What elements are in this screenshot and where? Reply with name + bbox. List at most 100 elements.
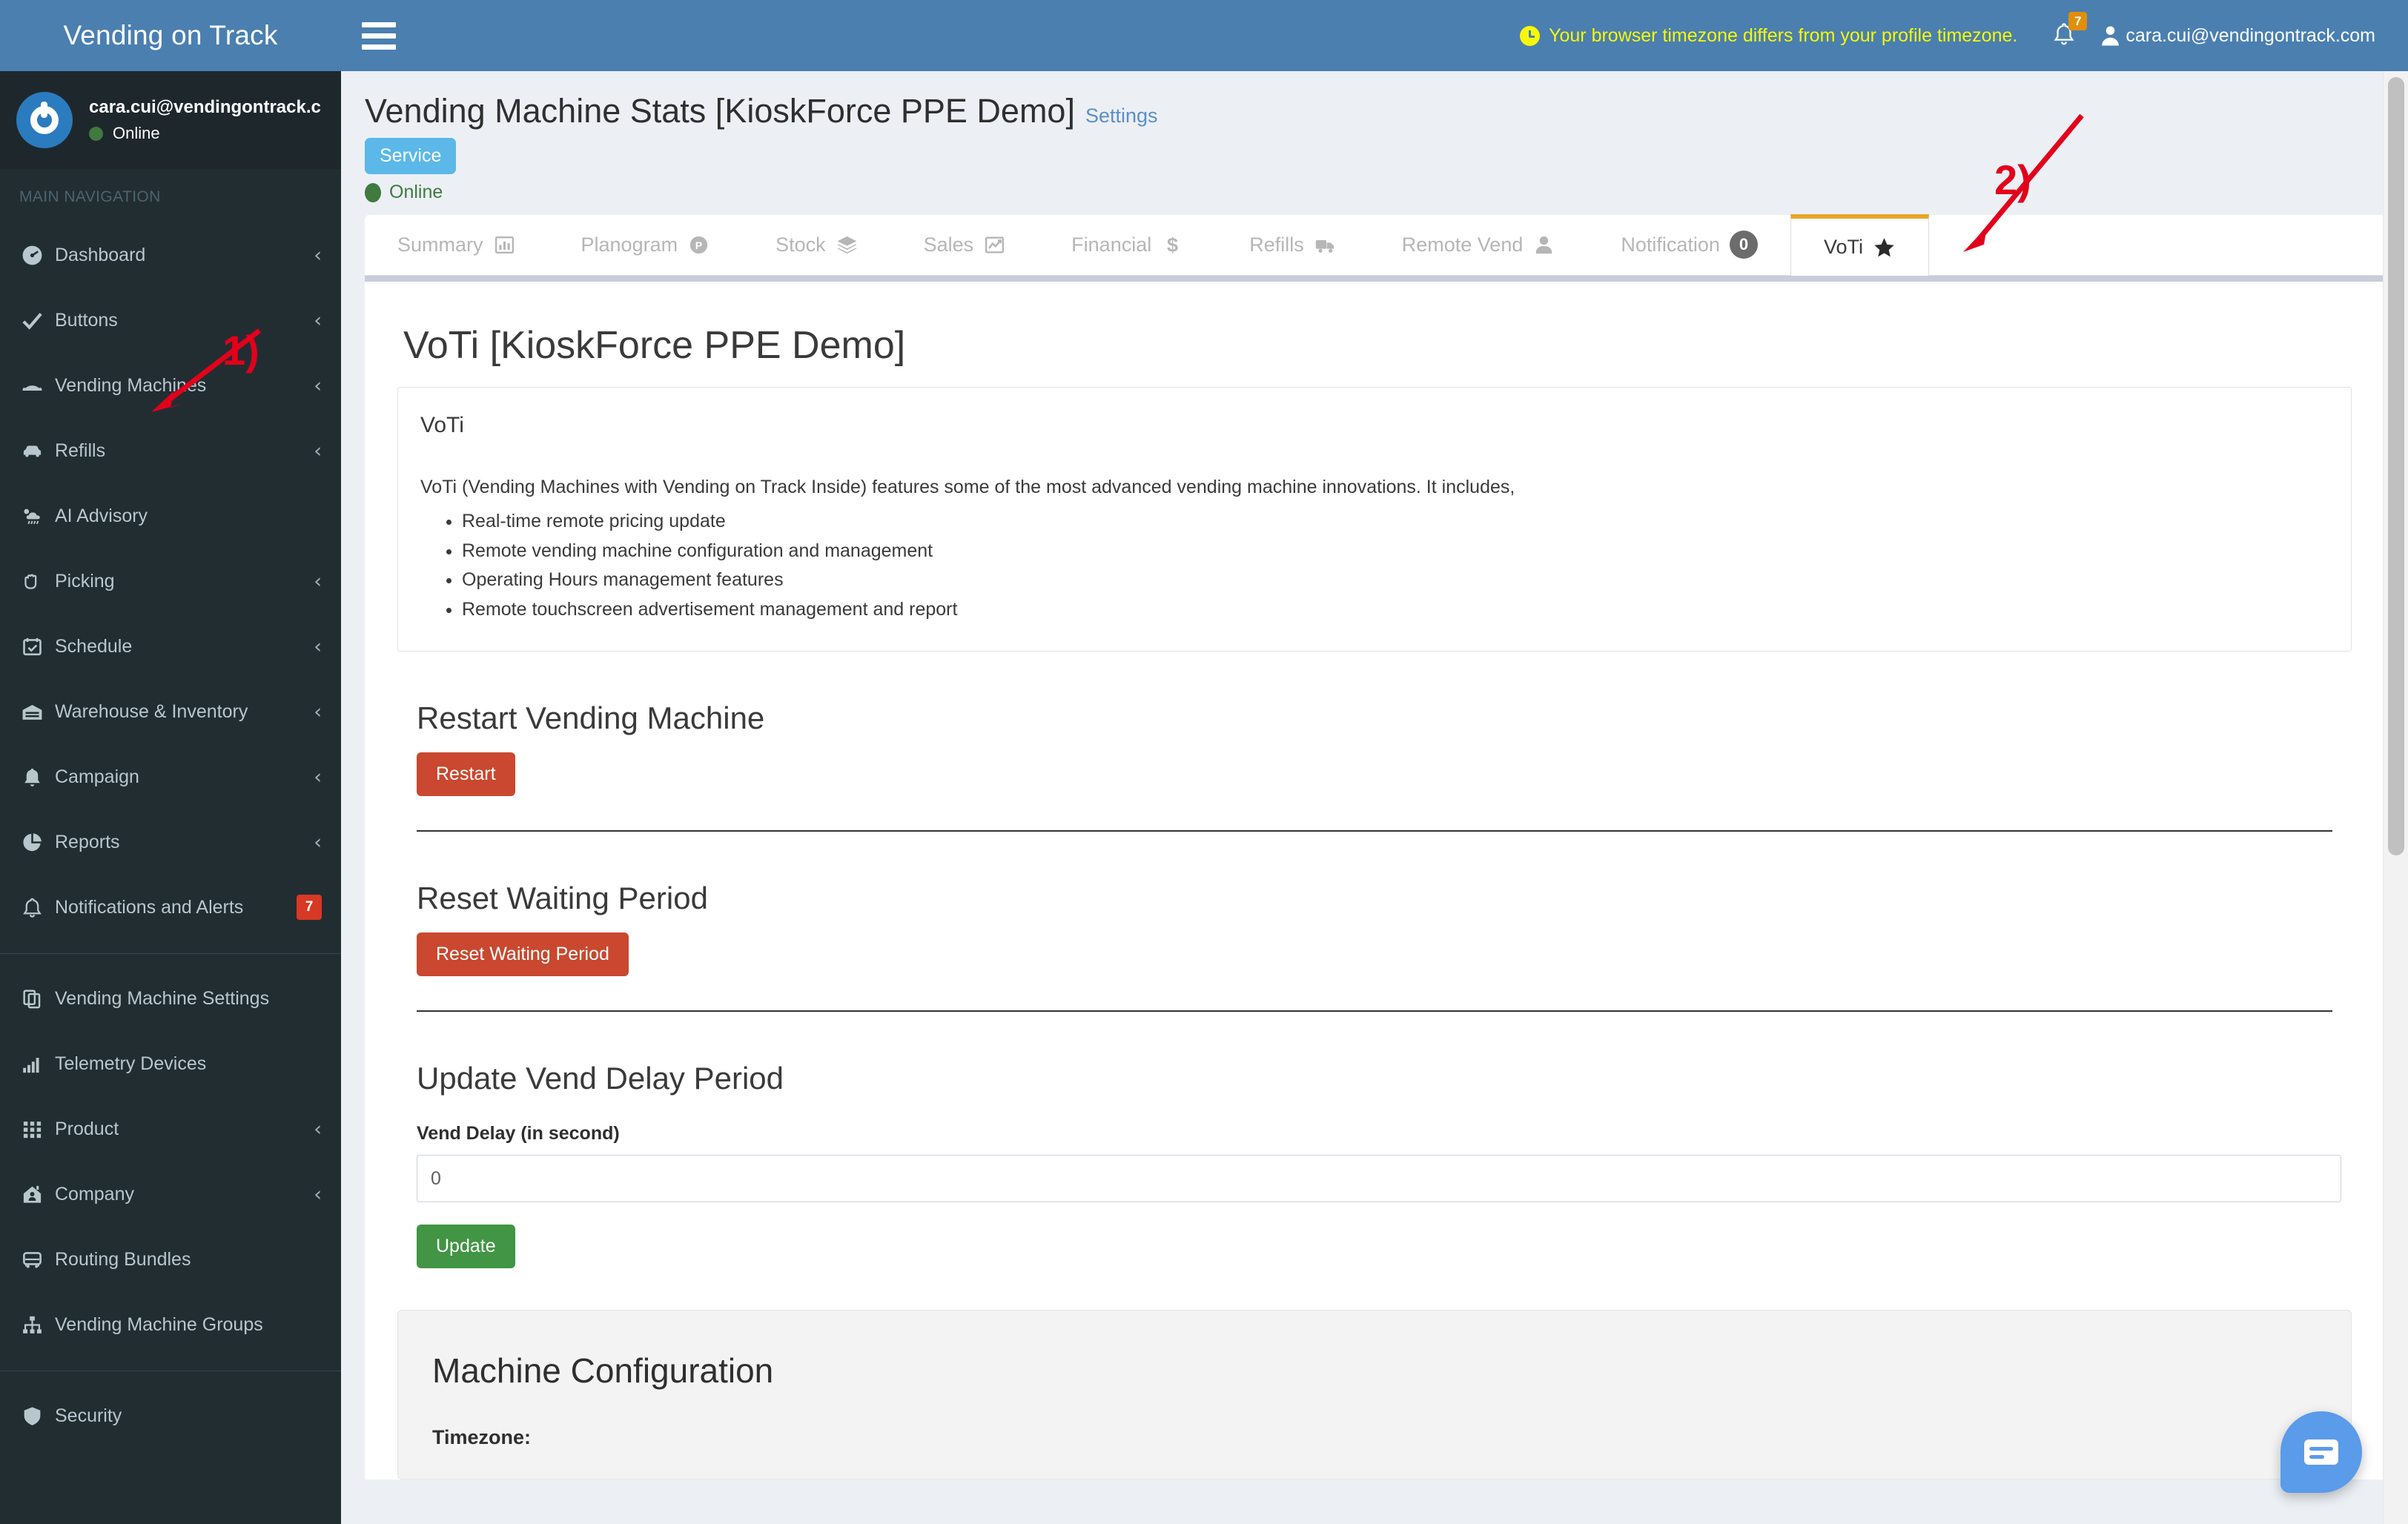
- content-area: Vending Machine Stats [KioskForce PPE De…: [341, 71, 2408, 1524]
- reset-waiting-section: Reset Waiting Period Reset Waiting Perio…: [397, 881, 2352, 1012]
- tab-label: Sales: [923, 233, 974, 256]
- sidebar-item-badge: 7: [297, 895, 322, 920]
- service-badge[interactable]: Service: [365, 138, 457, 174]
- sidebar-item-security[interactable]: Security: [0, 1383, 341, 1448]
- sidebar-item-warehouse-inventory[interactable]: Warehouse & Inventory ‹: [0, 679, 341, 744]
- copy-icon: [23, 989, 41, 1008]
- restart-section-title: Restart Vending Machine: [417, 700, 765, 735]
- bell-outline-icon: [21, 896, 55, 919]
- sidebar-item-notifications-and-alerts[interactable]: Notifications and Alerts 7: [0, 875, 341, 940]
- app-root: Vending on Track Your browser timezone d…: [0, 0, 2408, 1524]
- car-icon: [23, 445, 42, 457]
- voti-heading: VoTi [KioskForce PPE Demo]: [403, 324, 906, 367]
- sidebar-item-label: Telemetry Devices: [55, 1053, 207, 1074]
- clock-icon: [1520, 25, 1541, 46]
- car-icon: [21, 440, 55, 463]
- section-divider: [417, 1010, 2332, 1012]
- sidebar-nav-list-tertiary: Security: [0, 1383, 341, 1448]
- tab-notification[interactable]: Notification 0: [1588, 214, 1790, 275]
- check-icon: [21, 309, 55, 332]
- svg-text:$: $: [1167, 233, 1178, 256]
- truck-icon: [1314, 233, 1337, 256]
- page-scrollbar[interactable]: [2383, 71, 2408, 1524]
- sidebar-item-label: AI Advisory: [55, 505, 148, 526]
- voti-feature-item: Real-time remote pricing update: [462, 507, 2329, 537]
- sidebar-item-product[interactable]: Product ‹: [0, 1096, 341, 1162]
- sidebar-item-campaign[interactable]: Campaign ‹: [0, 744, 341, 809]
- sidebar-item-vending-machine-groups[interactable]: Vending Machine Groups: [0, 1292, 341, 1357]
- line-chart-icon: [985, 236, 1005, 253]
- layers-icon: [837, 236, 857, 254]
- line-chart-icon: [983, 233, 1006, 256]
- vend-delay-input[interactable]: [417, 1155, 2341, 1202]
- sidebar-item-vending-machines[interactable]: Vending Machines ‹: [0, 353, 341, 418]
- machine-online-label: Online: [389, 182, 443, 202]
- sidebar-item-reports[interactable]: Reports ‹: [0, 809, 341, 875]
- tab-refills[interactable]: Refills: [1217, 214, 1369, 275]
- tab-label: Summary: [397, 233, 483, 256]
- sidebar-item-picking[interactable]: Picking ‹: [0, 549, 341, 614]
- sidebar-item-label: Warehouse & Inventory: [55, 700, 248, 722]
- sidebar-item-company[interactable]: Company ‹: [0, 1162, 341, 1227]
- sidebar-item-ai-advisory[interactable]: AI Advisory: [0, 483, 341, 549]
- user-icon: [1532, 233, 1555, 256]
- layers-icon: [836, 233, 859, 256]
- tab-planogram[interactable]: Planogram P: [549, 214, 744, 275]
- tab-label: Financial: [1071, 233, 1152, 256]
- chevron-left-icon: ‹: [314, 635, 322, 658]
- notification-bell-button[interactable]: 7: [2034, 0, 2096, 71]
- chat-widget-button[interactable]: [2280, 1411, 2362, 1493]
- tab-sales[interactable]: Sales: [891, 214, 1039, 275]
- svg-text:P: P: [695, 240, 702, 252]
- sidebar-item-dashboard[interactable]: Dashboard ‹: [0, 222, 341, 288]
- warehouse-icon: [22, 704, 42, 720]
- sidebar-item-label: Company: [55, 1183, 134, 1205]
- voti-box-title: VoTi: [420, 413, 464, 437]
- sidebar-item-telemetry-devices[interactable]: Telemetry Devices: [0, 1031, 341, 1096]
- sidebar-item-label: Schedule: [55, 635, 133, 657]
- tab-voti[interactable]: VoTi: [1790, 214, 1929, 276]
- sidebar-item-buttons[interactable]: Buttons ‹: [0, 288, 341, 353]
- tab-summary[interactable]: Summary: [365, 214, 549, 275]
- sidebar-nav-list-secondary: Vending Machine Settings Telemetry Device…: [0, 966, 341, 1357]
- chevron-left-icon: ‹: [314, 1117, 322, 1141]
- sidebar-nav-header: MAIN NAVIGATION: [19, 188, 161, 205]
- chevron-left-icon: ‹: [314, 439, 322, 463]
- sidebar-item-refills[interactable]: Refills ‹: [0, 418, 341, 483]
- grid-icon: [21, 1118, 55, 1141]
- sidebar-item-routing-bundles[interactable]: Routing Bundles: [0, 1227, 341, 1292]
- sidebar-item-label: Vending Machine Groups: [55, 1313, 263, 1335]
- voti-feature-item: Remote touchscreen advertisement managem…: [462, 595, 2329, 625]
- truck-icon: [1315, 239, 1334, 253]
- notification-badge: 7: [2068, 12, 2088, 30]
- tab-stock[interactable]: Stock: [743, 214, 891, 275]
- tab-financial[interactable]: Financial $: [1039, 214, 1217, 275]
- sitemap-icon: [23, 1316, 42, 1334]
- hamburger-icon[interactable]: [362, 16, 400, 55]
- page-scrollbar-thumb[interactable]: [2388, 77, 2404, 855]
- update-button[interactable]: Update: [417, 1225, 515, 1268]
- sidebar-item-label: Campaign: [55, 766, 139, 787]
- pie-chart-icon: [21, 831, 55, 854]
- brand-logo[interactable]: Vending on Track: [0, 0, 341, 71]
- bell-solid-icon: [24, 768, 40, 786]
- chevron-left-icon: ‹: [314, 700, 322, 723]
- sidebar-item-schedule[interactable]: Schedule ‹: [0, 614, 341, 679]
- chevron-left-icon: ‹: [314, 308, 322, 332]
- timezone-warning: Your browser timezone differs from your …: [1504, 25, 2034, 47]
- signal-bars-icon: [21, 1053, 55, 1076]
- brand-title: Vending on Track: [63, 20, 278, 50]
- sidebar-item-label: Dashboard: [55, 244, 146, 265]
- tab-remote-vend[interactable]: Remote Vend: [1369, 214, 1589, 275]
- reset-waiting-period-button[interactable]: Reset Waiting Period: [417, 932, 629, 976]
- user-menu-button[interactable]: cara.cui@vendingontrack.com: [2096, 24, 2395, 47]
- tab-label: Planogram: [580, 233, 678, 256]
- star-icon: [1873, 236, 1896, 259]
- settings-link[interactable]: Settings: [1085, 105, 1158, 127]
- annotation-label-1: 1): [222, 327, 259, 374]
- sidebar-user-panel[interactable]: cara.cui@vendingontrack.c Online: [0, 71, 341, 169]
- voti-feature-item: Operating Hours management features: [462, 566, 2329, 595]
- sidebar-item-vending-machine-settings[interactable]: Vending Machine Settings: [0, 966, 341, 1031]
- restart-button[interactable]: Restart: [417, 752, 515, 796]
- tab-label: Notification: [1621, 233, 1720, 256]
